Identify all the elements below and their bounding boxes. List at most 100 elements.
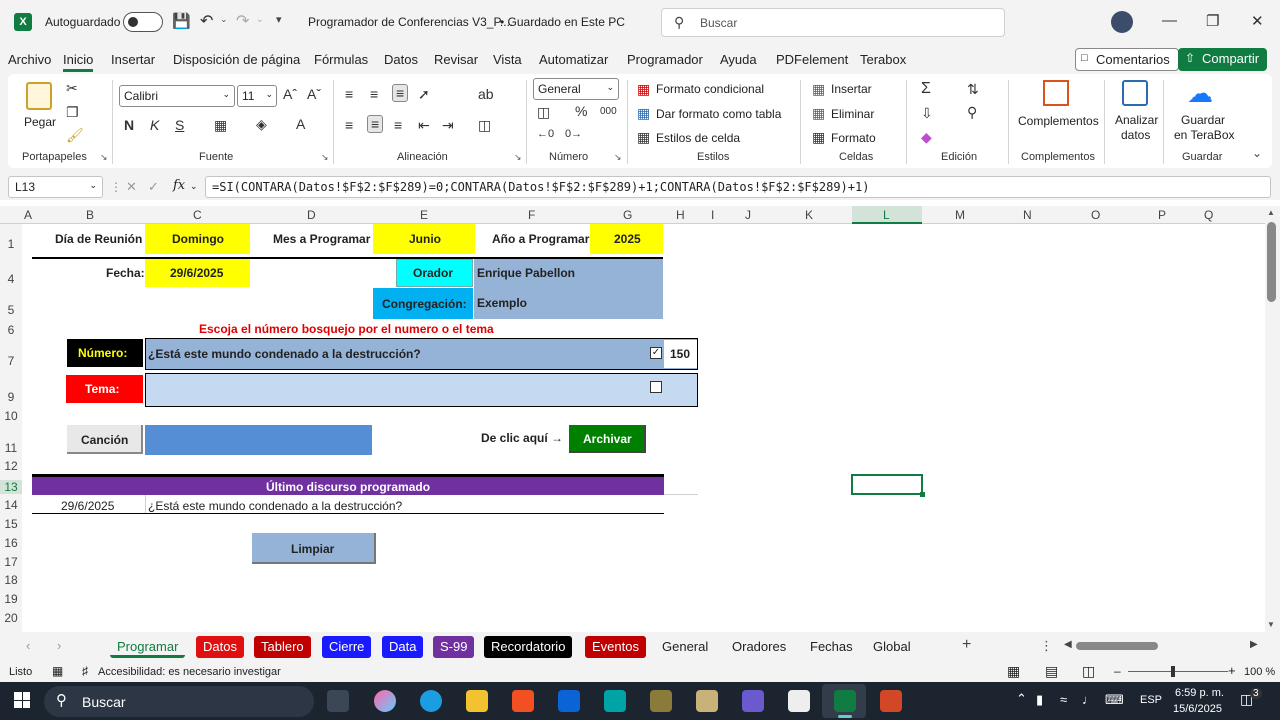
tab-s-99[interactable]: S-99 [433, 636, 475, 658]
tab-next-icon[interactable]: › [57, 638, 61, 653]
row-header[interactable]: 16 [0, 536, 22, 550]
tab-fechas[interactable]: Fechas [803, 636, 860, 658]
row-header[interactable]: 6 [0, 323, 22, 337]
column-header[interactable]: Q [1204, 208, 1213, 222]
font-size-select[interactable]: 11 ⌄ [237, 85, 277, 107]
increase-font-icon[interactable]: Aˆ [283, 86, 297, 102]
column-header[interactable]: N [1023, 208, 1032, 222]
scroll-up-icon[interactable]: ▲ [1267, 208, 1275, 217]
row-header[interactable]: 18 [0, 573, 22, 587]
autosum-icon[interactable]: Σ [921, 80, 931, 98]
fill-handle[interactable] [920, 492, 925, 497]
keyboard-icon[interactable]: ⌨ [1105, 692, 1124, 708]
row-header[interactable]: 1 [0, 237, 22, 251]
horizontal-scroll-thumb[interactable] [1076, 642, 1158, 650]
language-indicator[interactable]: ESP [1140, 694, 1162, 706]
store-icon[interactable] [512, 690, 534, 712]
analyze-data-icon[interactable] [1122, 80, 1148, 106]
file-explorer-icon[interactable] [466, 690, 488, 712]
clipboard-launcher-icon[interactable]: ↘ [100, 152, 108, 163]
scroll-down-icon[interactable]: ▼ [1267, 620, 1275, 629]
column-header[interactable]: C [193, 208, 202, 222]
tab-data[interactable]: Data [382, 636, 424, 658]
number-launcher-icon[interactable]: ↘ [614, 152, 622, 163]
row-header[interactable]: 5 [0, 303, 22, 317]
row-header[interactable]: 7 [0, 354, 22, 368]
italic-icon[interactable]: K [150, 117, 159, 133]
outlook-icon[interactable] [558, 690, 580, 712]
row-header[interactable]: 20 [0, 611, 22, 625]
row-header[interactable]: 12 [0, 459, 22, 473]
terabox-cloud-icon[interactable]: ☁ [1187, 78, 1213, 109]
column-header[interactable]: M [955, 208, 965, 222]
bold-icon[interactable]: N [124, 117, 134, 133]
paste-icon[interactable] [26, 82, 52, 110]
redo-icon[interactable]: ↷ [236, 11, 249, 31]
menu-pdfelement[interactable]: PDFelement [776, 52, 848, 67]
cut-icon[interactable]: ✂ [66, 80, 78, 97]
menu-formulas[interactable]: Fórmulas [314, 52, 368, 67]
column-header[interactable]: B [86, 208, 94, 222]
merge-center-icon[interactable]: ◫ [478, 117, 491, 134]
selected-cell-l13[interactable] [851, 474, 923, 495]
maximize-icon[interactable]: ❐ [1206, 12, 1219, 30]
search-box[interactable]: ⚲ Buscar [661, 8, 1005, 37]
row-header[interactable]: 15 [0, 517, 22, 531]
close-icon[interactable]: ✕ [1251, 12, 1264, 30]
tema-field[interactable] [145, 373, 698, 407]
undo-icon[interactable]: ↶ [200, 11, 213, 31]
menu-automatizar[interactable]: Automatizar [539, 52, 608, 67]
battery-icon[interactable]: ▮ [1036, 692, 1043, 708]
row-header[interactable]: 11 [0, 441, 22, 455]
app-icon[interactable] [742, 690, 764, 712]
tab-oradores[interactable]: Oradores [725, 636, 794, 658]
column-header[interactable]: F [528, 208, 535, 222]
find-select-icon[interactable]: ⚲ [967, 104, 977, 121]
share-button[interactable]: ⇧ Compartir [1178, 48, 1268, 71]
column-header[interactable]: A [24, 208, 32, 222]
menu-programador[interactable]: Programador [627, 52, 703, 67]
tab-programar[interactable]: Programar [110, 636, 186, 658]
format-painter-icon[interactable]: 🖌 [66, 127, 84, 144]
windows-start-icon[interactable] [14, 692, 30, 708]
row-header[interactable]: 4 [0, 272, 22, 286]
tab-tablero[interactable]: Tablero [254, 636, 311, 658]
row-header[interactable]: 9 [0, 390, 22, 404]
increase-decimal-icon[interactable]: ←0 [537, 128, 554, 140]
insert-function-icon[interactable]: fx [173, 178, 185, 193]
tab-recordatorio[interactable]: Recordatorio [484, 636, 573, 658]
normal-view-icon[interactable]: ▦ [1007, 663, 1020, 680]
tab-eventos[interactable]: Eventos [585, 636, 646, 658]
page-layout-icon[interactable]: ▤ [1045, 663, 1058, 680]
redo-dropdown-icon[interactable]: ⌄ [256, 14, 264, 25]
column-header[interactable]: K [805, 208, 813, 222]
format-cells-button[interactable]: Formato [831, 131, 876, 145]
name-box[interactable]: L13 ⌄ [8, 176, 103, 198]
conditional-format-button[interactable]: Formato condicional [656, 82, 764, 96]
percent-icon[interactable]: % [575, 103, 587, 119]
edge-icon[interactable] [420, 690, 442, 712]
menu-revisar[interactable]: Revisar [434, 52, 478, 67]
zoom-slider-handle[interactable] [1171, 666, 1175, 677]
clock-date[interactable]: 15/6/2025 [1173, 703, 1222, 715]
align-middle-icon[interactable]: ≡ [370, 86, 378, 102]
column-header[interactable]: G [623, 208, 632, 222]
row-header[interactable]: 10 [0, 409, 22, 423]
page-break-icon[interactable]: ◫ [1082, 663, 1095, 680]
delete-cells-button[interactable]: Eliminar [831, 107, 874, 121]
more-icon[interactable]: ⋮ [110, 180, 122, 194]
copy-icon[interactable]: ❐ [66, 104, 79, 121]
autosave-toggle[interactable] [123, 12, 163, 32]
menu-datos[interactable]: Datos [384, 52, 418, 67]
add-ins-button[interactable]: Complementos [1018, 114, 1099, 128]
sort-filter-icon[interactable]: ⇅ [967, 81, 979, 98]
column-header[interactable]: H [676, 208, 685, 222]
app-icon[interactable] [696, 690, 718, 712]
cell-styles-button[interactable]: Estilos de celda [656, 131, 740, 145]
zoom-out-icon[interactable]: – [1114, 664, 1121, 678]
column-header[interactable]: O [1091, 208, 1100, 222]
tab-general[interactable]: General [655, 636, 716, 658]
add-sheet-icon[interactable]: + [962, 636, 971, 654]
analyze-data-button[interactable]: Analizar [1115, 113, 1158, 127]
insert-cells-button[interactable]: Insertar [831, 82, 872, 96]
